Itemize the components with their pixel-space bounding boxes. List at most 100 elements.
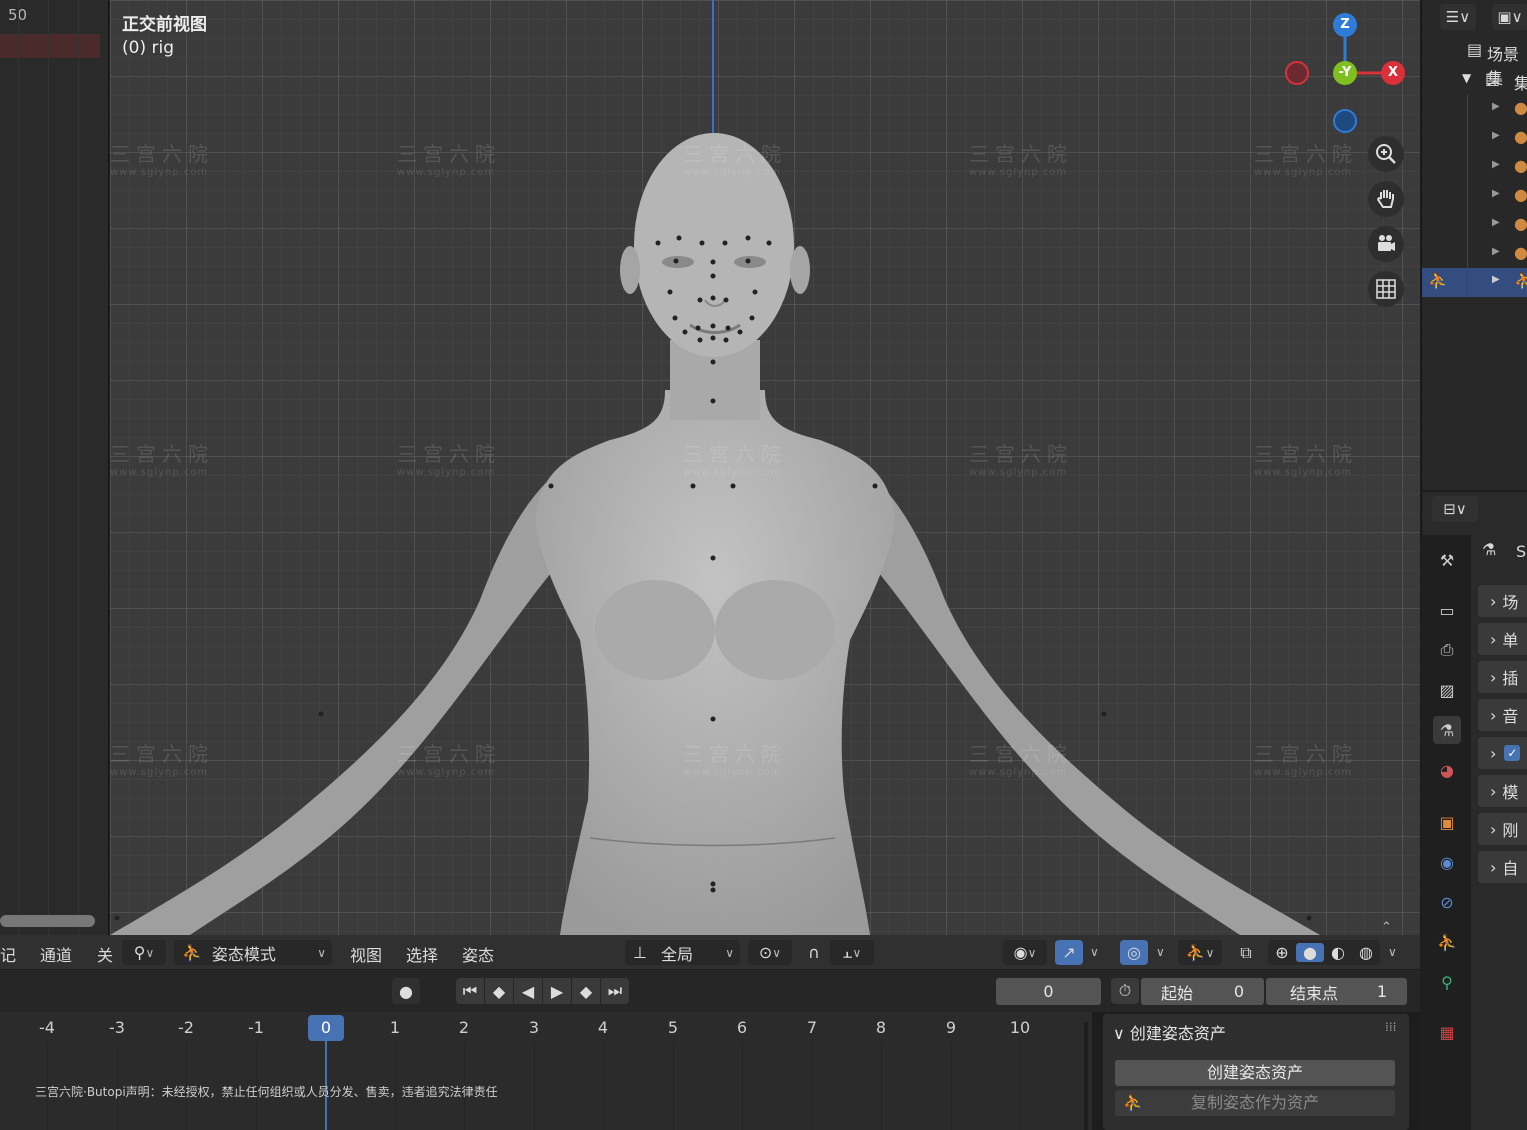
- collection-box-icon: ▤: [1467, 40, 1483, 59]
- frame-tick: 4: [597, 1018, 609, 1037]
- collapse-chevron-icon[interactable]: ⌃: [1381, 920, 1392, 935]
- outliner-object-row[interactable]: ▶ ●: [1422, 182, 1527, 211]
- tool-tab-icon[interactable]: ⚒: [1433, 546, 1461, 574]
- outliner-object-row[interactable]: ▶ ●: [1422, 95, 1527, 124]
- chevron-down-icon: ∨: [1113, 1024, 1125, 1043]
- stopwatch-icon[interactable]: ⏱: [1111, 978, 1139, 1004]
- prev-keyframe-icon[interactable]: ◆: [485, 978, 513, 1004]
- outliner[interactable]: ☰∨ ▣∨ ▤ 场景集 ▼ ▤ 集 ▶● ▶● ▶● ▶● ▶● ▶● ⛹ ▶ …: [1421, 0, 1527, 490]
- pose-panel-header[interactable]: ∨ 创建姿态资产: [1113, 1020, 1226, 1044]
- mode-select[interactable]: ⛹ 姿态模式 ∨: [174, 940, 332, 965]
- rendered-shading-icon[interactable]: ◍: [1352, 943, 1380, 962]
- transform-orientation-select[interactable]: ⊥ 全局 ∨: [625, 940, 740, 965]
- frame-tick: 7: [806, 1018, 818, 1037]
- panel-rigid-body[interactable]: › 刚: [1478, 813, 1527, 845]
- outliner-object-row[interactable]: ▶ ●: [1422, 240, 1527, 269]
- overlay-toggle[interactable]: ◎: [1120, 940, 1148, 965]
- pivot-point-button[interactable]: ⊙ ∨: [748, 940, 792, 965]
- record-icon[interactable]: ●: [392, 978, 420, 1004]
- zoom-icon[interactable]: [1368, 136, 1404, 172]
- current-frame-field[interactable]: 0: [996, 978, 1101, 1005]
- chevron-down-icon[interactable]: ∨: [1388, 945, 1397, 959]
- menu-channel[interactable]: 通道: [40, 942, 72, 966]
- jump-end-icon[interactable]: ⏭: [601, 978, 629, 1004]
- gizmo-neg-y-axis[interactable]: -Y: [1333, 61, 1357, 85]
- constraints-tab-icon[interactable]: ⊘: [1433, 888, 1461, 916]
- physics-tab-icon[interactable]: ◉: [1433, 848, 1461, 876]
- copyright-notice: 三宫六院·Butopi声明：未经授权，禁止任何组织或人员分发、售卖，违者追究法律…: [35, 1085, 498, 1099]
- bone-tab-icon[interactable]: ⚲: [1433, 968, 1461, 996]
- pose-tab-icon[interactable]: ⛹: [1433, 928, 1461, 956]
- outliner-object-row[interactable]: ▶ ●: [1422, 211, 1527, 240]
- horizontal-scrollbar[interactable]: [0, 915, 95, 927]
- menu-pose[interactable]: 姿态: [462, 942, 494, 966]
- gizmo-neg-x-axis[interactable]: [1285, 61, 1309, 85]
- render-tab-icon[interactable]: ▭: [1433, 596, 1461, 624]
- outliner-scene-collection[interactable]: ▤ 场景集: [1422, 38, 1527, 88]
- grid-view-icon[interactable]: [1368, 271, 1404, 307]
- play-reverse-icon[interactable]: ◀: [514, 978, 542, 1004]
- gizmo-x-axis[interactable]: X: [1381, 61, 1405, 85]
- panel-audio[interactable]: › 音: [1478, 699, 1527, 731]
- navigation-gizmo[interactable]: Z -Y X: [1280, 10, 1405, 135]
- pan-hand-icon[interactable]: [1368, 181, 1404, 217]
- material-shading-icon[interactable]: ◐: [1324, 943, 1352, 962]
- snap-toggle[interactable]: ∩: [800, 940, 828, 965]
- gizmo-z-axis[interactable]: Z: [1333, 13, 1357, 37]
- chevron-down-icon[interactable]: ∨: [1156, 945, 1165, 959]
- gizmo-toggle[interactable]: ↗: [1055, 940, 1083, 965]
- panel-simulation[interactable]: › 模: [1478, 775, 1527, 807]
- camera-icon[interactable]: [1368, 226, 1404, 262]
- menu-view[interactable]: 视图: [350, 942, 382, 966]
- start-frame-field[interactable]: 起始 0: [1141, 978, 1264, 1005]
- outliner-filter-icon[interactable]: ▣∨: [1492, 4, 1527, 30]
- texture-tab-icon[interactable]: ▦: [1433, 1018, 1461, 1046]
- xray-toggle[interactable]: ⧉: [1232, 940, 1260, 965]
- solid-shading-icon[interactable]: ●: [1296, 943, 1324, 962]
- selected-channel-band: [0, 34, 100, 58]
- 3d-viewport[interactable]: 正交前视图 (0) rig Z -Y X ⌃: [110, 0, 1420, 935]
- gizmo-neg-z-axis[interactable]: [1333, 109, 1357, 133]
- object-tab-icon[interactable]: ▣: [1433, 808, 1461, 836]
- outliner-rig-row[interactable]: ⛹ ▶ ⛹: [1422, 268, 1527, 297]
- copy-pose-as-asset-button[interactable]: ⛹ 复制姿态作为资产: [1115, 1090, 1395, 1116]
- menu-select[interactable]: 选择: [406, 942, 438, 966]
- menu-marker[interactable]: 记: [0, 942, 16, 966]
- create-pose-asset-button[interactable]: 创建姿态资产: [1115, 1060, 1395, 1086]
- menu-key[interactable]: 关: [97, 942, 113, 966]
- frame-tick: -1: [248, 1018, 264, 1037]
- panel-custom-properties[interactable]: › 自: [1478, 851, 1527, 883]
- checkbox-checked-icon[interactable]: ✓: [1504, 745, 1521, 761]
- panel-keying[interactable]: › 插: [1478, 661, 1527, 693]
- drag-handle-icon[interactable]: ⁞⁞⁞: [1385, 1020, 1396, 1034]
- start-label: 起始: [1161, 983, 1194, 1003]
- playhead[interactable]: 0: [308, 1015, 344, 1041]
- snap-target-button[interactable]: ⫠ ∨: [830, 940, 874, 965]
- outliner-object-row[interactable]: ▶ ●: [1422, 153, 1527, 182]
- editor-type-icon[interactable]: ⊟∨: [1432, 496, 1478, 522]
- editor-type-button[interactable]: ⚲ ∨: [122, 940, 166, 965]
- xray-icon: ⧉: [1240, 942, 1252, 962]
- bone-overlay-button[interactable]: ⛹ ∨: [1178, 940, 1222, 965]
- view-layer-tab-icon[interactable]: ▨: [1433, 676, 1461, 704]
- jump-start-icon[interactable]: ⏮: [456, 978, 484, 1004]
- end-frame-field[interactable]: 结束点 1: [1266, 978, 1407, 1005]
- panel-units[interactable]: › 单: [1478, 623, 1527, 655]
- chevron-right-icon: ›: [1490, 781, 1497, 801]
- world-tab-icon[interactable]: ◕: [1433, 756, 1461, 784]
- left-editor[interactable]: 50: [0, 0, 109, 935]
- outliner-object-row[interactable]: ▶ ●: [1422, 124, 1527, 153]
- timeline-area[interactable]: -4 -3 -2 -1 1 2 3 4 5 6 7 8 9 10: [0, 1012, 1092, 1130]
- scene-tab-icon[interactable]: ⚗: [1433, 716, 1461, 744]
- chevron-down-icon[interactable]: ∨: [1090, 945, 1099, 959]
- output-tab-icon[interactable]: ⎙: [1433, 636, 1461, 664]
- outliner-display-mode-icon[interactable]: ☰∨: [1440, 4, 1476, 30]
- panel-scene[interactable]: › 场: [1478, 585, 1527, 617]
- panel-gravity[interactable]: › ✓: [1478, 737, 1527, 769]
- visibility-button[interactable]: ◉ ∨: [1003, 940, 1047, 965]
- wireframe-shading-icon[interactable]: ⊕: [1268, 943, 1296, 962]
- play-icon[interactable]: ▶: [543, 978, 571, 1004]
- snap-increment-icon: ⫠: [842, 942, 853, 962]
- outliner-collection[interactable]: ▼ ▤ 集: [1422, 67, 1527, 96]
- next-keyframe-icon[interactable]: ◆: [572, 978, 600, 1004]
